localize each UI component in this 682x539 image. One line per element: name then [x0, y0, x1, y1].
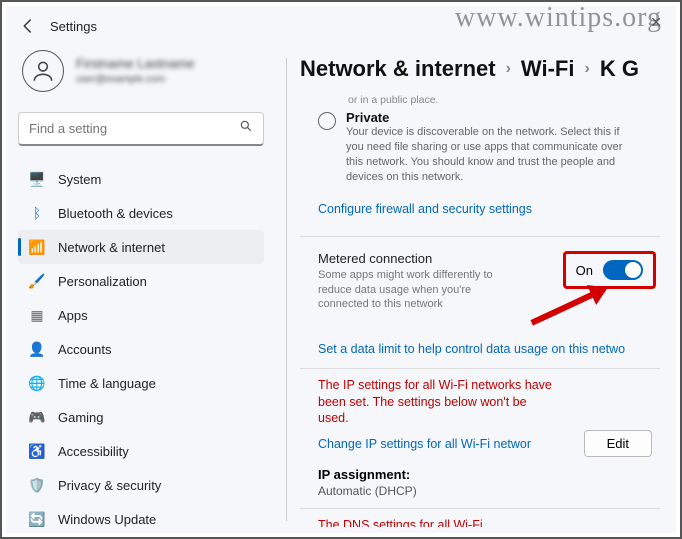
search-box[interactable]	[18, 112, 264, 146]
ip-warning: The IP settings for all Wi-Fi networks h…	[300, 377, 560, 426]
bluetooth-icon: ᛒ	[28, 204, 46, 222]
update-icon: 🔄	[28, 510, 46, 528]
breadcrumb: Network & internet › Wi-Fi › K G	[300, 46, 666, 94]
search-icon	[239, 119, 253, 138]
breadcrumb-network[interactable]: Network & internet	[300, 56, 496, 82]
settings-window: ✕ Settings Firstname Lastname user@examp…	[6, 6, 676, 533]
titlebar: Settings	[6, 6, 676, 46]
metered-toggle-highlight: On	[563, 251, 656, 289]
firewall-link[interactable]: Configure firewall and security settings	[318, 202, 532, 216]
metered-toggle[interactable]	[603, 260, 643, 280]
breadcrumb-ssid: K G	[600, 56, 639, 82]
edit-button[interactable]: Edit	[584, 430, 652, 457]
brush-icon: 🖌️	[28, 272, 46, 290]
divider	[286, 58, 287, 521]
shield-icon: 🛡️	[28, 476, 46, 494]
divider	[300, 508, 660, 509]
sidebar-item-label: System	[58, 172, 101, 187]
sidebar-item-label: Network & internet	[58, 240, 165, 255]
user-block[interactable]: Firstname Lastname user@example.com	[18, 46, 264, 106]
user-email: user@example.com	[76, 73, 195, 86]
sidebar: Firstname Lastname user@example.com 🖥️ Sy…	[6, 46, 276, 533]
globe-icon: 🌐	[28, 374, 46, 392]
accessibility-icon: ♿	[28, 442, 46, 460]
private-desc: Your device is discoverable on the netwo…	[346, 125, 636, 184]
sidebar-item-label: Gaming	[58, 410, 104, 425]
sidebar-item-bluetooth[interactable]: ᛒ Bluetooth & devices	[18, 196, 264, 230]
divider	[300, 368, 660, 369]
search-input[interactable]	[29, 121, 239, 136]
gamepad-icon: 🎮	[28, 408, 46, 426]
change-ip-link[interactable]: Change IP settings for all Wi-Fi networ	[318, 437, 531, 451]
sidebar-item-network[interactable]: 📶 Network & internet	[18, 230, 264, 264]
sidebar-item-label: Privacy & security	[58, 478, 161, 493]
annotation-arrow	[300, 315, 660, 360]
wifi-icon: 📶	[28, 238, 46, 256]
sidebar-item-gaming[interactable]: 🎮 Gaming	[18, 400, 264, 434]
chevron-right-icon: ›	[506, 60, 511, 78]
chevron-right-icon: ›	[584, 60, 589, 78]
private-label: Private	[346, 110, 636, 125]
metered-desc: Some apps might work differently to redu…	[318, 268, 498, 311]
network-profile-private[interactable]: Private Your device is discoverable on t…	[300, 108, 660, 190]
sidebar-item-label: Time & language	[58, 376, 156, 391]
breadcrumb-wifi[interactable]: Wi-Fi	[521, 56, 575, 82]
nav-list: 🖥️ System ᛒ Bluetooth & devices 📶 Network &…	[18, 162, 264, 533]
divider	[300, 236, 660, 237]
sidebar-item-label: Apps	[58, 308, 88, 323]
ip-assignment-value: Automatic (DHCP)	[300, 484, 660, 498]
sidebar-item-system[interactable]: 🖥️ System	[18, 162, 264, 196]
sidebar-item-update[interactable]: 🔄 Windows Update	[18, 502, 264, 533]
settings-content[interactable]: or in a public place. Private Your devic…	[300, 94, 666, 527]
sidebar-item-accounts[interactable]: 👤 Accounts	[18, 332, 264, 366]
back-button[interactable]	[18, 16, 38, 36]
cutoff-text: or in a public place.	[300, 94, 660, 106]
sidebar-item-label: Bluetooth & devices	[58, 206, 173, 221]
system-icon: 🖥️	[28, 170, 46, 188]
apps-icon: ▦	[28, 306, 46, 324]
ip-assignment-label: IP assignment:	[300, 467, 660, 482]
metered-row: Metered connection Some apps might work …	[300, 241, 660, 315]
sidebar-item-personalization[interactable]: 🖌️ Personalization	[18, 264, 264, 298]
user-name: Firstname Lastname	[76, 56, 195, 73]
sidebar-item-label: Accounts	[58, 342, 111, 357]
sidebar-item-accessibility[interactable]: ♿ Accessibility	[18, 434, 264, 468]
sidebar-item-apps[interactable]: ▦ Apps	[18, 298, 264, 332]
sidebar-item-privacy[interactable]: 🛡️ Privacy & security	[18, 468, 264, 502]
window-title: Settings	[50, 19, 97, 34]
sidebar-item-label: Windows Update	[58, 512, 156, 527]
sidebar-item-time[interactable]: 🌐 Time & language	[18, 366, 264, 400]
sidebar-item-label: Accessibility	[58, 444, 129, 459]
sidebar-item-label: Personalization	[58, 274, 147, 289]
metered-title: Metered connection	[318, 251, 498, 266]
avatar	[22, 50, 64, 92]
person-icon: 👤	[28, 340, 46, 358]
dns-warning: The DNS settings for all Wi-Fi	[300, 517, 660, 527]
close-icon[interactable]: ✕	[650, 14, 662, 31]
toggle-state: On	[576, 263, 593, 278]
main-panel: Network & internet › Wi-Fi › K G or in a…	[276, 46, 676, 533]
radio-private[interactable]	[318, 112, 336, 130]
